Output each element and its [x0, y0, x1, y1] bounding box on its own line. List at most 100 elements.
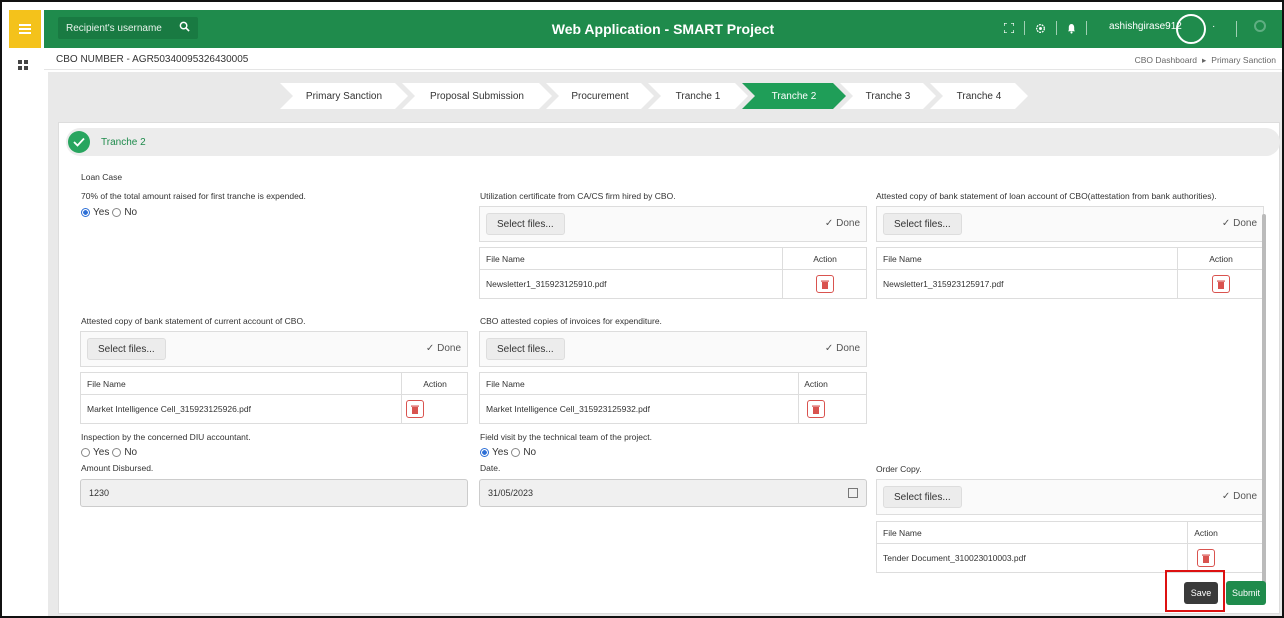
- step-procurement[interactable]: Procurement: [546, 83, 654, 109]
- file-name-cell: Market Intelligence Cell_315923125932.pd…: [486, 404, 650, 414]
- inspection-radio-group: Yes No: [81, 447, 137, 458]
- file-name-cell: Tender Document_310023010003.pdf: [883, 553, 1026, 563]
- trash-icon: [812, 405, 820, 414]
- field-visit-yes-label: Yes: [492, 447, 509, 458]
- column-header-file-name: File Name: [87, 378, 126, 389]
- column-header-action: Action: [813, 253, 837, 264]
- scrollbar[interactable]: [1262, 214, 1266, 596]
- loan-statement-label: Attested copy of bank statement of loan …: [876, 191, 1217, 201]
- left-rail: [2, 10, 44, 616]
- invoices-label: CBO attested copies of invoices for expe…: [480, 316, 662, 326]
- inspection-label: Inspection by the concerned DIU accounta…: [81, 432, 251, 442]
- save-button[interactable]: Save: [1184, 582, 1218, 604]
- settings-icon[interactable]: [1035, 23, 1046, 34]
- step-tranche-3[interactable]: Tranche 3: [840, 83, 936, 109]
- fullscreen-icon[interactable]: [1004, 23, 1014, 33]
- utilization-select-files-button[interactable]: Select files...: [486, 213, 565, 235]
- step-proposal-submission[interactable]: Proposal Submission: [402, 83, 552, 109]
- apps-grid-icon[interactable]: [18, 60, 28, 70]
- delete-file-button[interactable]: [1197, 549, 1215, 567]
- avatar[interactable]: [1176, 14, 1206, 44]
- inspection-no-radio[interactable]: [112, 448, 122, 457]
- column-header-file-name: File Name: [883, 527, 922, 538]
- current-statement-label: Attested copy of bank statement of curre…: [81, 316, 306, 326]
- file-name-cell: Market Intelligence Cell_315923125926.pd…: [87, 404, 251, 414]
- utilization-done-status: ✓ Done: [824, 218, 860, 229]
- field-visit-no-radio[interactable]: [511, 448, 521, 457]
- column-header-action: Action: [1194, 527, 1218, 538]
- section-header: [66, 128, 1280, 156]
- delete-file-button[interactable]: [1212, 275, 1230, 293]
- menu-toggle-button[interactable]: [9, 10, 41, 48]
- bell-icon[interactable]: [1067, 23, 1076, 34]
- invoices-done-status: ✓ Done: [824, 343, 860, 354]
- step-tranche-4[interactable]: Tranche 4: [930, 83, 1028, 109]
- divider: [1056, 21, 1057, 35]
- delete-file-button[interactable]: [807, 400, 825, 418]
- trash-icon: [411, 405, 419, 414]
- expended-yes-label: Yes: [93, 207, 110, 218]
- divider: [1236, 21, 1237, 37]
- date-input[interactable]: 31/05/2023: [479, 479, 867, 507]
- loan-statement-select-files-button[interactable]: Select files...: [883, 213, 962, 235]
- inspection-yes-radio[interactable]: [81, 448, 90, 457]
- date-value: 31/05/2023: [488, 488, 534, 498]
- cbo-number: CBO NUMBER - AGR50340095326430005: [56, 54, 249, 65]
- invoices-select-files-button[interactable]: Select files...: [486, 338, 565, 360]
- loan-statement-done-status: ✓ Done: [1221, 218, 1257, 229]
- username-label[interactable]: ashishgirase912: [1109, 21, 1182, 32]
- expended-yes-radio[interactable]: [81, 208, 90, 217]
- order-copy-file-table: File Name Action Tender Document_31002301…: [876, 521, 1264, 573]
- field-visit-no-label: No: [523, 447, 537, 458]
- step-tranche-1[interactable]: Tranche 1: [648, 83, 748, 109]
- expended-question-label: 70% of the total amount raised for first…: [81, 191, 306, 201]
- breadcrumb-item-primary-sanction[interactable]: Primary Sanction: [1211, 55, 1276, 66]
- utilization-label: Utilization certificate from CA/CS firm …: [480, 191, 676, 201]
- amount-disbursed-input[interactable]: 1230: [80, 479, 468, 507]
- loan-statement-upload: Select files... ✓ Done: [876, 206, 1264, 242]
- column-header-file-name: File Name: [883, 253, 922, 264]
- current-statement-done-status: ✓ Done: [425, 343, 461, 354]
- top-bar: Web Application - SMART Project ashishgi…: [44, 10, 1282, 48]
- invoices-upload: Select files... ✓ Done: [479, 331, 867, 367]
- submit-button[interactable]: Submit: [1226, 581, 1266, 605]
- column-header-file-name: File Name: [486, 378, 525, 389]
- table-row: Market Intelligence Cell_315923125926.pd…: [81, 395, 467, 423]
- power-icon[interactable]: [1254, 20, 1266, 32]
- invoices-file-table: File Name Action Market Intelligence Cell…: [479, 372, 867, 424]
- amount-disbursed-label: Amount Disbursed.: [81, 463, 154, 473]
- field-visit-yes-radio[interactable]: [480, 448, 489, 457]
- delete-file-button[interactable]: [816, 275, 834, 293]
- loan-statement-file-table: File Name Action Newsletter1_315923125917…: [876, 247, 1264, 299]
- step-tranche-2[interactable]: Tranche 2: [742, 83, 846, 109]
- current-statement-file-table: File Name Action Market Intelligence Cell…: [80, 372, 468, 424]
- calendar-icon[interactable]: [848, 488, 858, 498]
- divider: [1024, 21, 1025, 35]
- delete-file-button[interactable]: [406, 400, 424, 418]
- date-label: Date.: [480, 463, 501, 473]
- expended-radio-group: Yes No: [81, 207, 137, 218]
- current-statement-upload: Select files... ✓ Done: [80, 331, 468, 367]
- step-primary-sanction[interactable]: Primary Sanction: [280, 83, 408, 109]
- order-copy-done-status: ✓ Done: [1221, 491, 1257, 502]
- expended-no-radio[interactable]: [112, 208, 122, 217]
- order-copy-label: Order Copy.: [876, 464, 922, 474]
- table-row: Market Intelligence Cell_315923125932.pd…: [480, 395, 866, 423]
- utilization-file-table: File Name Action Newsletter1_315923125910…: [479, 247, 867, 299]
- column-header-action: Action: [423, 378, 447, 389]
- table-row: Newsletter1_315923125917.pdf: [877, 270, 1263, 298]
- trash-icon: [1217, 280, 1225, 289]
- order-copy-upload: Select files... ✓ Done: [876, 479, 1264, 515]
- inspection-yes-label: Yes: [93, 447, 110, 458]
- file-name-cell: Newsletter1_315923125917.pdf: [883, 279, 1004, 289]
- breadcrumb-item-cbo-dashboard[interactable]: CBO Dashboard: [1135, 55, 1197, 66]
- app-title: Web Application - SMART Project: [551, 21, 775, 37]
- stepper: Primary Sanction Proposal Submission Pro…: [280, 83, 1022, 109]
- trash-icon: [821, 280, 829, 289]
- current-statement-select-files-button[interactable]: Select files...: [87, 338, 166, 360]
- order-copy-select-files-button[interactable]: Select files...: [883, 486, 962, 508]
- breadcrumb-separator: ▸: [1202, 55, 1207, 65]
- hamburger-icon: [19, 24, 31, 34]
- user-menu-caret[interactable]: ·: [1212, 21, 1215, 32]
- column-header-file-name: File Name: [486, 253, 525, 264]
